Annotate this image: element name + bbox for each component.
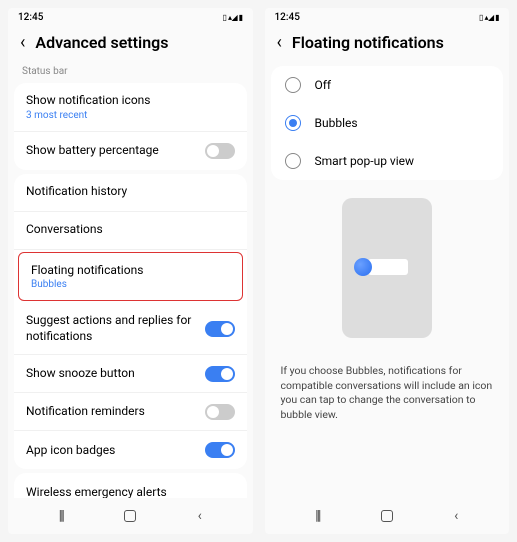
status-time: 12:45 [275,12,300,23]
radio-bubbles[interactable]: Bubbles [271,104,504,142]
nav-back-icon[interactable]: ‹ [454,508,458,524]
back-icon[interactable]: ‹ [277,34,282,52]
item-title: App icon badges [26,443,205,459]
item-wireless-emergency[interactable]: Wireless emergency alerts [14,473,247,498]
back-icon[interactable]: ‹ [20,34,25,52]
nav-back-icon[interactable]: ‹ [198,508,202,524]
radio-smart-popup[interactable]: Smart pop-up view [271,142,504,180]
nav-home-icon[interactable] [124,510,136,522]
item-show-notification-icons[interactable]: Show notification icons 3 most recent [14,83,247,132]
radio-icon [285,153,301,169]
toggle-badges[interactable] [205,442,235,458]
item-title: Floating notifications [31,263,230,279]
header: ‹ Advanced settings [8,25,253,62]
section-label-statusbar: Status bar [8,62,253,79]
radio-icon-selected [285,115,301,131]
item-suggest-actions[interactable]: Suggest actions and replies for notifica… [14,303,247,355]
radio-off[interactable]: Off [271,66,504,104]
status-bar: 12:45 ▯ ▴◢ ▮ [265,8,510,25]
status-bar: 12:45 ▯ ▴◢ ▮ [8,8,253,25]
page-title: Floating notifications [292,33,444,52]
page-title: Advanced settings [35,33,168,52]
status-network-icons: ▯ ▴◢ ▮ [223,13,243,22]
item-conversations[interactable]: Conversations [14,212,247,250]
toggle-suggest[interactable] [205,321,235,337]
group-emergency: Wireless emergency alerts [14,473,247,498]
item-title: Suggest actions and replies for notifica… [26,313,205,344]
nav-home-icon[interactable] [381,510,393,522]
illustration-phone [342,198,432,338]
item-app-icon-badges[interactable]: App icon badges [14,431,247,469]
item-notification-reminders[interactable]: Notification reminders [14,393,247,431]
item-title: Wireless emergency alerts [26,485,235,498]
bubble-bar [368,259,408,275]
nav-bar: ||| ‹ [265,498,510,534]
nav-recent-icon[interactable]: ||| [59,508,63,524]
item-title: Conversations [26,222,235,238]
header: ‹ Floating notifications [265,25,510,62]
item-show-battery-percentage[interactable]: Show battery percentage [14,132,247,170]
item-sub: 3 most recent [26,110,235,121]
radio-label: Bubbles [315,116,358,130]
item-floating-notifications[interactable]: Floating notifications Bubbles [18,252,243,302]
bubble-icon [354,258,372,276]
status-network-icons: ▯ ▴◢ ▮ [479,13,499,22]
item-sub: Bubbles [31,279,230,290]
item-notification-history[interactable]: Notification history [14,174,247,212]
item-title: Show notification icons [26,93,235,109]
radio-label: Smart pop-up view [315,154,415,168]
nav-bar: ||| ‹ [8,498,253,534]
group-notifications: Notification history Conversations Float… [14,174,247,470]
radio-label: Off [315,78,332,92]
group-statusbar: Show notification icons 3 most recent Sh… [14,83,247,170]
item-title: Show snooze button [26,366,205,382]
item-show-snooze[interactable]: Show snooze button [14,355,247,393]
phone-left: 12:45 ▯ ▴◢ ▮ ‹ Advanced settings Status … [8,8,253,534]
illustration-bubble [354,258,408,276]
radio-group: Off Bubbles Smart pop-up view [271,66,504,180]
item-title: Show battery percentage [26,143,205,159]
status-time: 12:45 [18,12,43,23]
toggle-reminders[interactable] [205,404,235,420]
toggle-battery[interactable] [205,143,235,159]
description-text: If you choose Bubbles, notifications for… [265,356,510,437]
phone-right: 12:45 ▯ ▴◢ ▮ ‹ Floating notifications Of… [265,8,510,534]
nav-recent-icon[interactable]: ||| [315,508,319,524]
item-title: Notification history [26,184,235,200]
radio-icon [285,77,301,93]
item-title: Notification reminders [26,404,205,420]
toggle-snooze[interactable] [205,366,235,382]
